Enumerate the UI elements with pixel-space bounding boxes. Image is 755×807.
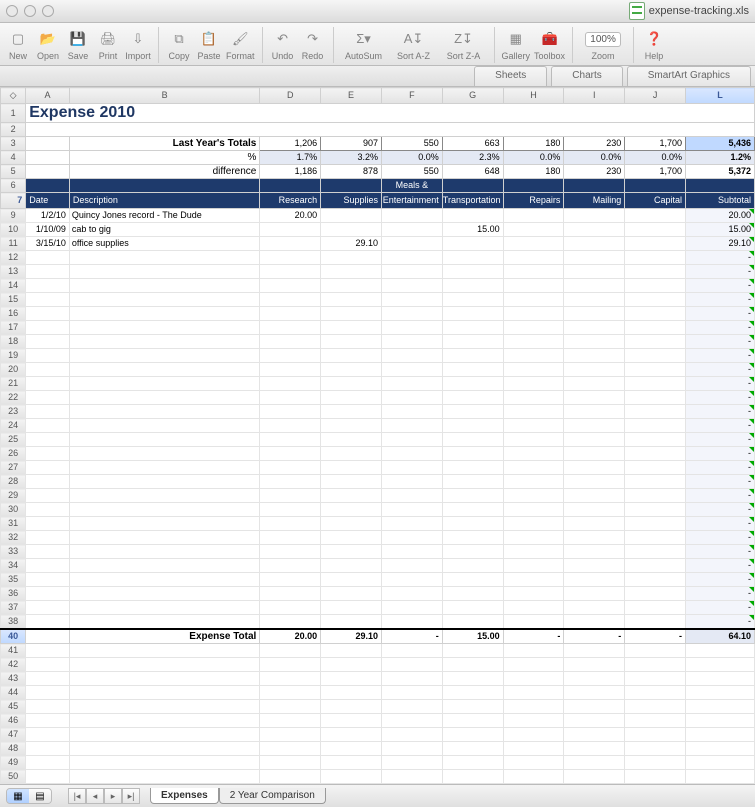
open-button[interactable]: 📂Open <box>34 27 62 63</box>
sheet-title: Expense 2010 <box>26 104 755 123</box>
next-sheet-icon[interactable]: ▸ <box>104 788 122 804</box>
table-row[interactable]: 113/15/10office supplies29.1029.10 <box>1 237 755 251</box>
table-row[interactable]: 101/10/09cab to gig15.0015.00 <box>1 223 755 237</box>
table-row[interactable]: 12- <box>1 251 755 265</box>
ribbon-tab-charts[interactable]: Charts <box>551 66 622 86</box>
paste-button[interactable]: 📋Paste <box>195 27 223 63</box>
ribbon-tab-sheets[interactable]: Sheets <box>474 66 547 86</box>
table-row[interactable]: 45 <box>1 700 755 714</box>
table-row[interactable]: 91/2/10Quincy Jones record - The Dude20.… <box>1 209 755 223</box>
table-row[interactable]: 26- <box>1 447 755 461</box>
filename-label: expense-tracking.xls <box>649 5 749 17</box>
toolbox-button[interactable]: 🧰Toolbox <box>533 27 566 63</box>
normal-view-icon[interactable]: ▦ <box>7 789 29 803</box>
data-header-row: 7 DateDescription ResearchSuppliesEntert… <box>1 193 755 209</box>
table-row[interactable]: 15- <box>1 293 755 307</box>
col-G[interactable]: G <box>442 88 503 104</box>
status-bar: ▦ ▤ |◂ ◂ ▸ ▸| Expenses 2 Year Comparison <box>0 784 755 807</box>
table-row[interactable]: 17- <box>1 321 755 335</box>
table-row[interactable]: 41 <box>1 644 755 658</box>
view-switcher[interactable]: ▦ ▤ <box>6 788 52 804</box>
table-row[interactable]: 50 <box>1 770 755 784</box>
select-all-corner[interactable]: ◇ <box>1 88 26 104</box>
col-H[interactable]: H <box>503 88 564 104</box>
sheet-tab-expenses[interactable]: Expenses <box>150 788 219 804</box>
undo-button[interactable]: ↶Undo <box>269 27 297 63</box>
zoom-control[interactable]: 100%Zoom <box>579 27 627 63</box>
table-row[interactable]: 27- <box>1 461 755 475</box>
traffic-light-close-icon[interactable] <box>6 5 18 17</box>
table-row[interactable]: 21- <box>1 377 755 391</box>
table-row[interactable]: 14- <box>1 279 755 293</box>
sheet-tab-comparison[interactable]: 2 Year Comparison <box>219 788 326 804</box>
table-row[interactable]: 36- <box>1 587 755 601</box>
table-row[interactable]: 20- <box>1 363 755 377</box>
column-headers[interactable]: ◇ A B D E F G H I J L <box>1 88 755 104</box>
table-row[interactable]: 38- <box>1 615 755 630</box>
table-row[interactable]: 23- <box>1 405 755 419</box>
table-row[interactable]: 31- <box>1 517 755 531</box>
traffic-light-zoom-icon[interactable] <box>42 5 54 17</box>
gallery-button[interactable]: ▦Gallery <box>501 27 532 63</box>
col-A[interactable]: A <box>26 88 70 104</box>
table-row[interactable]: 19- <box>1 349 755 363</box>
table-row[interactable]: 48 <box>1 742 755 756</box>
table-row[interactable]: 37- <box>1 601 755 615</box>
first-sheet-icon[interactable]: |◂ <box>68 788 86 804</box>
diff-row: 5 difference 1,1868785506481802301,700 5… <box>1 165 755 179</box>
redo-button[interactable]: ↷Redo <box>299 27 327 63</box>
table-row[interactable]: 18- <box>1 335 755 349</box>
copy-button[interactable]: ⧉Copy <box>165 27 193 63</box>
print-button[interactable]: 🖨Print <box>94 27 122 63</box>
prev-sheet-icon[interactable]: ◂ <box>86 788 104 804</box>
ribbon-tab-smartart[interactable]: SmartArt Graphics <box>627 66 751 86</box>
help-button[interactable]: ❓Help <box>640 27 668 63</box>
table-row[interactable]: 24- <box>1 419 755 433</box>
traffic-light-min-icon[interactable] <box>24 5 36 17</box>
table-row[interactable]: 43 <box>1 672 755 686</box>
import-button[interactable]: ⇩Import <box>124 27 152 63</box>
expense-total-row: 40 Expense Total 20.0029.10-15.00--- 64.… <box>1 629 755 644</box>
table-row[interactable]: 32- <box>1 531 755 545</box>
sheet-tabs: Expenses 2 Year Comparison <box>150 788 326 804</box>
sort-za-button[interactable]: Z↧Sort Z-A <box>440 27 488 63</box>
table-row[interactable]: 29- <box>1 489 755 503</box>
table-row[interactable]: 13- <box>1 265 755 279</box>
new-button[interactable]: ▢New <box>4 27 32 63</box>
format-button[interactable]: 🖌Format <box>225 27 256 63</box>
table-row[interactable]: 30- <box>1 503 755 517</box>
ribbon-strip: Sheets Charts SmartArt Graphics <box>0 66 755 87</box>
col-D[interactable]: D <box>260 88 321 104</box>
table-row[interactable]: 46 <box>1 714 755 728</box>
col-L[interactable]: L <box>686 88 755 104</box>
autosum-button[interactable]: Σ▾AutoSum <box>340 27 388 63</box>
pct-row: 4 % 1.7%3.2%0.0%2.3%0.0%0.0%0.0% 1.2% <box>1 151 755 165</box>
sheet-nav[interactable]: |◂ ◂ ▸ ▸| <box>68 788 140 804</box>
col-I[interactable]: I <box>564 88 625 104</box>
col-F[interactable]: F <box>381 88 442 104</box>
table-row[interactable]: 16- <box>1 307 755 321</box>
spreadsheet-grid[interactable]: ◇ A B D E F G H I J L 1Expense 2010 2 3 … <box>0 87 755 784</box>
page-layout-view-icon[interactable]: ▤ <box>29 789 51 803</box>
table-row[interactable]: 34- <box>1 559 755 573</box>
table-row[interactable]: 25- <box>1 433 755 447</box>
table-row[interactable]: 47 <box>1 728 755 742</box>
last-year-totals-row: 3 Last Year's Totals 1,20690755066318023… <box>1 137 755 151</box>
table-row[interactable]: 28- <box>1 475 755 489</box>
main-toolbar: ▢New 📂Open 💾Save 🖨Print ⇩Import ⧉Copy 📋P… <box>0 23 755 66</box>
table-row[interactable]: 22- <box>1 391 755 405</box>
table-row[interactable]: 33- <box>1 545 755 559</box>
table-row[interactable]: 44 <box>1 686 755 700</box>
table-row[interactable]: 42 <box>1 658 755 672</box>
last-sheet-icon[interactable]: ▸| <box>122 788 140 804</box>
col-E[interactable]: E <box>321 88 382 104</box>
window-filename: expense-tracking.xls <box>629 2 749 20</box>
col-J[interactable]: J <box>625 88 686 104</box>
document-icon <box>629 2 645 20</box>
sort-az-button[interactable]: A↧Sort A-Z <box>390 27 438 63</box>
save-button[interactable]: 💾Save <box>64 27 92 63</box>
col-B[interactable]: B <box>69 88 260 104</box>
window-titlebar: expense-tracking.xls <box>0 0 755 23</box>
table-row[interactable]: 35- <box>1 573 755 587</box>
